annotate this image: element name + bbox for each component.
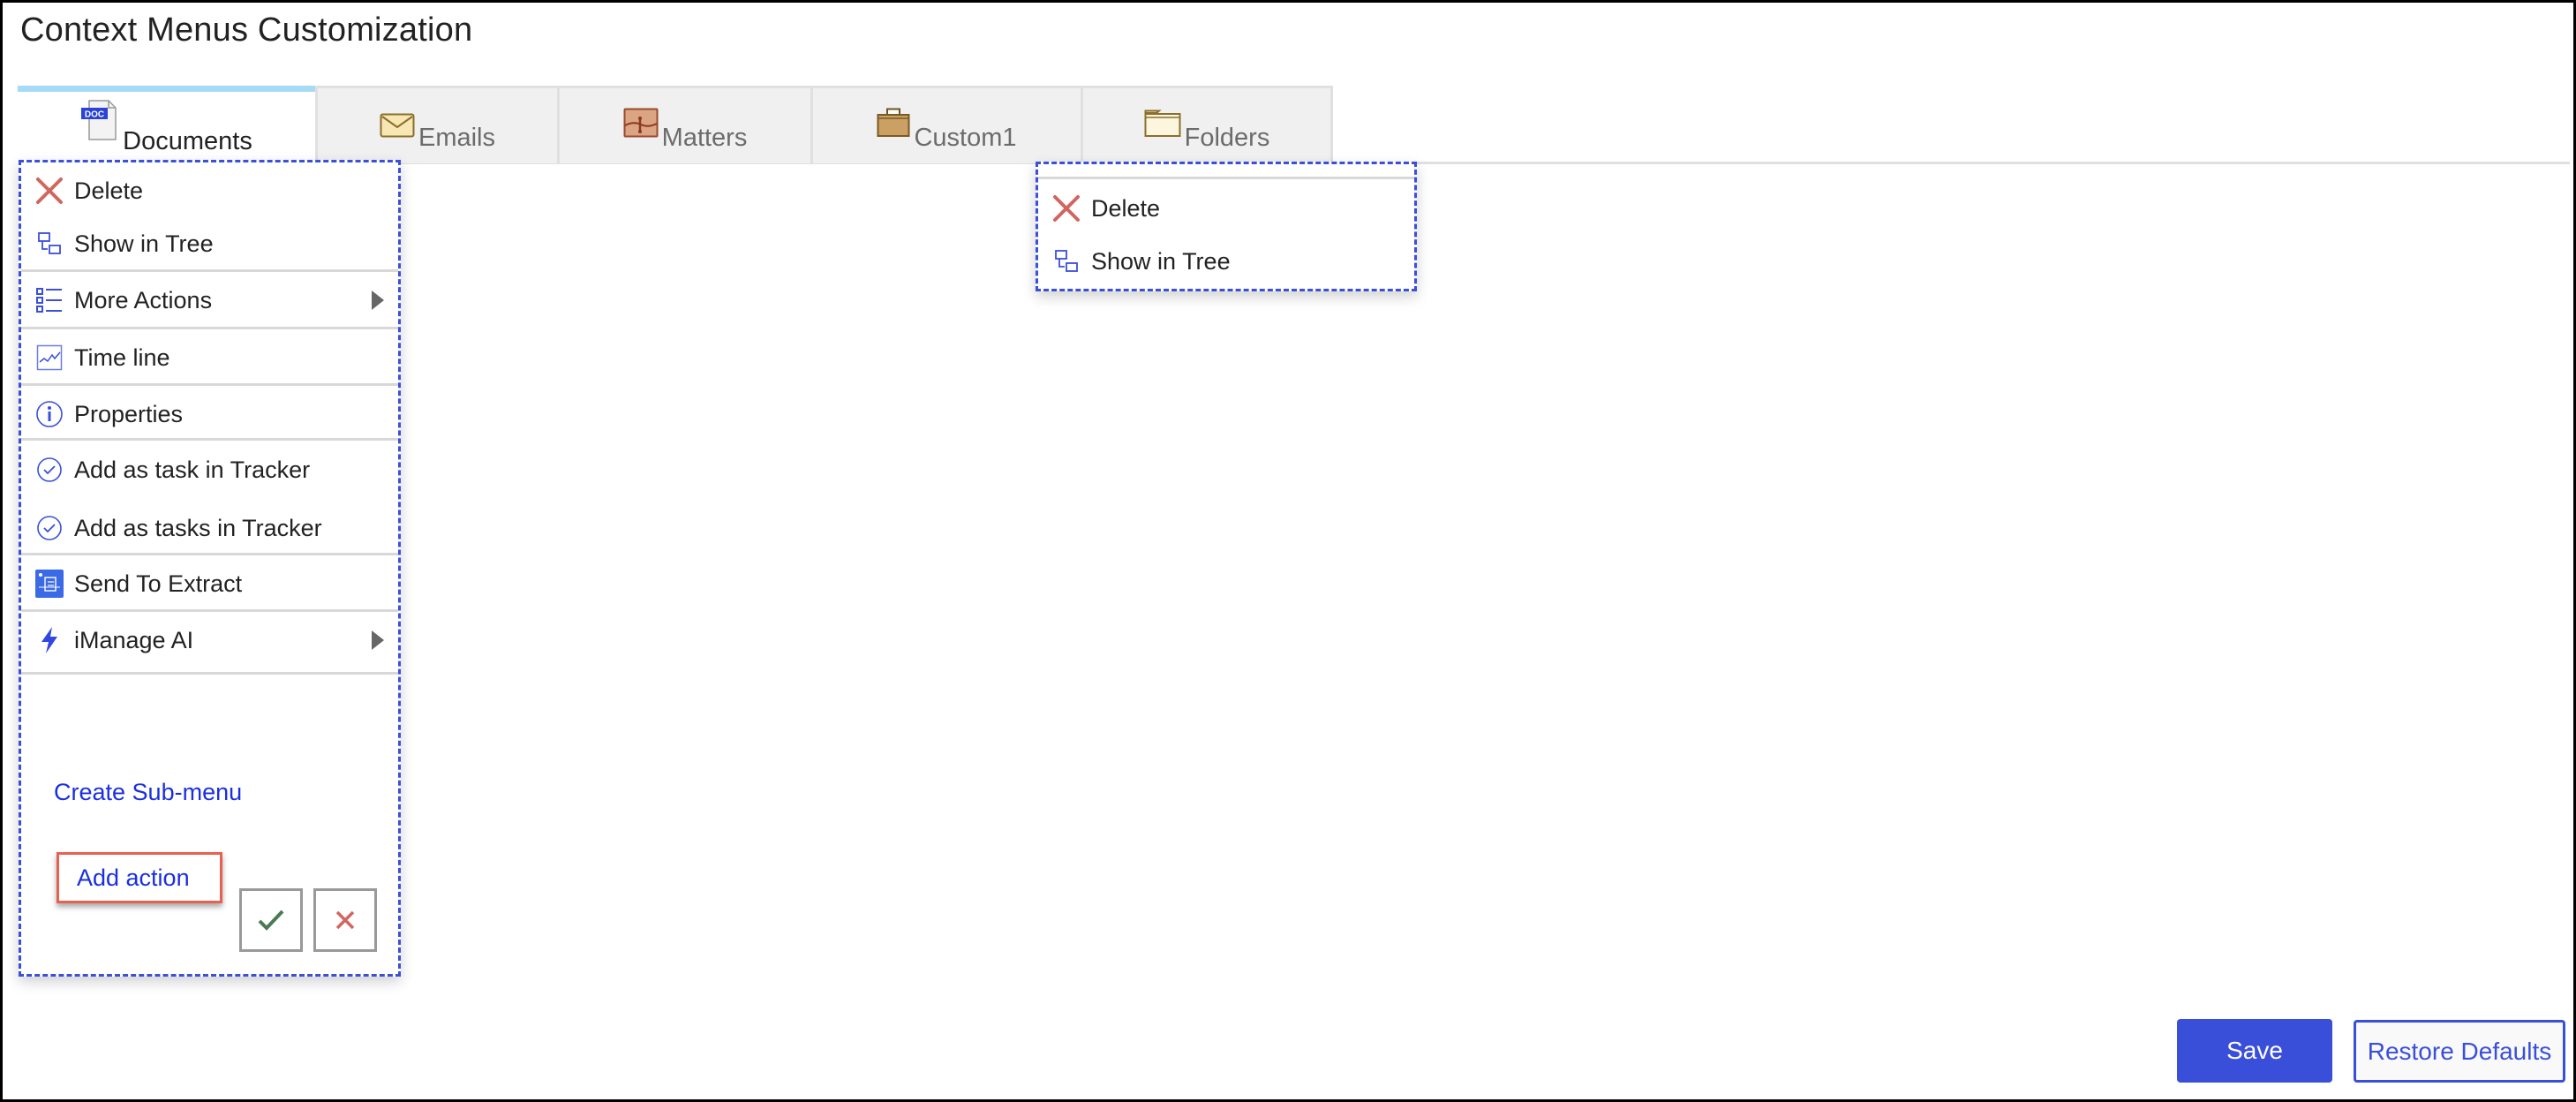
menu-item-label: Properties [74,400,184,427]
matter-icon [623,108,659,142]
preview-context-menu: Delete Show in Tree [1036,162,1417,291]
menu-item-send-to-extract[interactable]: Send To Extract [21,555,398,612]
menu-item-delete[interactable]: Delete [1038,182,1414,235]
extract-icon [34,568,65,600]
menu-item-label: Show in Tree [74,230,214,257]
lightning-icon [34,624,65,656]
menu-item-time-line[interactable]: Time line [21,329,398,386]
tab-documents[interactable]: DOC Documents [18,86,315,167]
tab-matters[interactable]: Matters [557,86,813,163]
menu-item-show-in-tree[interactable]: Show in Tree [21,215,398,272]
envelope-icon [380,113,415,142]
folder-icon [1144,109,1181,142]
show-in-tree-icon [1051,245,1082,277]
menu-item-label: Show in Tree [1091,247,1231,275]
tab-emails[interactable]: Emails [315,86,560,163]
menu-item-add-task-tracker[interactable]: Add as task in Tracker [21,442,398,498]
close-icon [335,910,355,930]
tab-folders[interactable]: Folders [1081,86,1333,163]
submenu-arrow-icon [372,630,384,650]
save-button[interactable]: Save [2177,1019,2332,1083]
menu-item-delete[interactable]: Delete [21,162,398,219]
confirm-button[interactable] [239,888,303,952]
menu-item-add-tasks-tracker[interactable]: Add as tasks in Tracker [21,500,398,556]
menu-item-label: Send To Extract [74,570,243,597]
tab-label: Folders [1184,124,1270,152]
tab-custom1[interactable]: Custom1 [810,86,1083,163]
menu-separator [21,672,398,675]
check-circle-icon [34,512,65,544]
menu-item-properties[interactable]: Properties [21,386,398,442]
add-action-button[interactable]: Add action [56,852,222,903]
tab-label: Documents [123,127,252,155]
timeline-chart-icon [34,342,65,374]
svg-text:DOC: DOC [85,110,104,120]
list-icon [34,284,65,316]
show-in-tree-icon [34,228,65,260]
menu-item-imanage-ai[interactable]: iManage AI [21,612,398,668]
documents-context-menu: Delete Show in Tree More Actions Time li… [19,160,401,977]
page-title: Context Menus Customization [20,11,473,49]
menu-separator [1038,177,1414,179]
check-circle-icon [34,454,65,486]
menu-item-show-in-tree[interactable]: Show in Tree [1038,235,1414,288]
delete-x-icon [34,175,65,207]
restore-defaults-button[interactable]: Restore Defaults [2354,1020,2565,1083]
menu-item-label: Time line [74,343,170,371]
delete-x-icon [1051,192,1082,224]
app-window: Context Menus Customization DOC Document… [0,0,2576,1102]
briefcase-icon [877,108,910,142]
checkmark-icon [258,910,284,931]
menu-item-label: Add as tasks in Tracker [74,514,322,541]
tab-label: Custom1 [914,124,1017,152]
menu-item-label: More Actions [74,286,213,313]
tab-label: Matters [661,124,748,152]
create-submenu-link[interactable]: Create Sub-menu [54,779,242,806]
menu-item-label: Delete [1091,194,1161,222]
menu-item-more-actions[interactable]: More Actions [21,272,398,328]
doc-file-icon: DOC [80,99,119,146]
menu-item-label: iManage AI [74,626,194,653]
add-action-label: Add action [77,864,190,891]
tab-label: Emails [418,124,495,152]
info-icon [34,398,65,430]
menu-separator [21,438,398,441]
submenu-arrow-icon [372,291,384,310]
menu-item-label: Add as task in Tracker [74,456,311,483]
menu-item-label: Delete [74,177,144,204]
cancel-button[interactable] [313,888,377,952]
